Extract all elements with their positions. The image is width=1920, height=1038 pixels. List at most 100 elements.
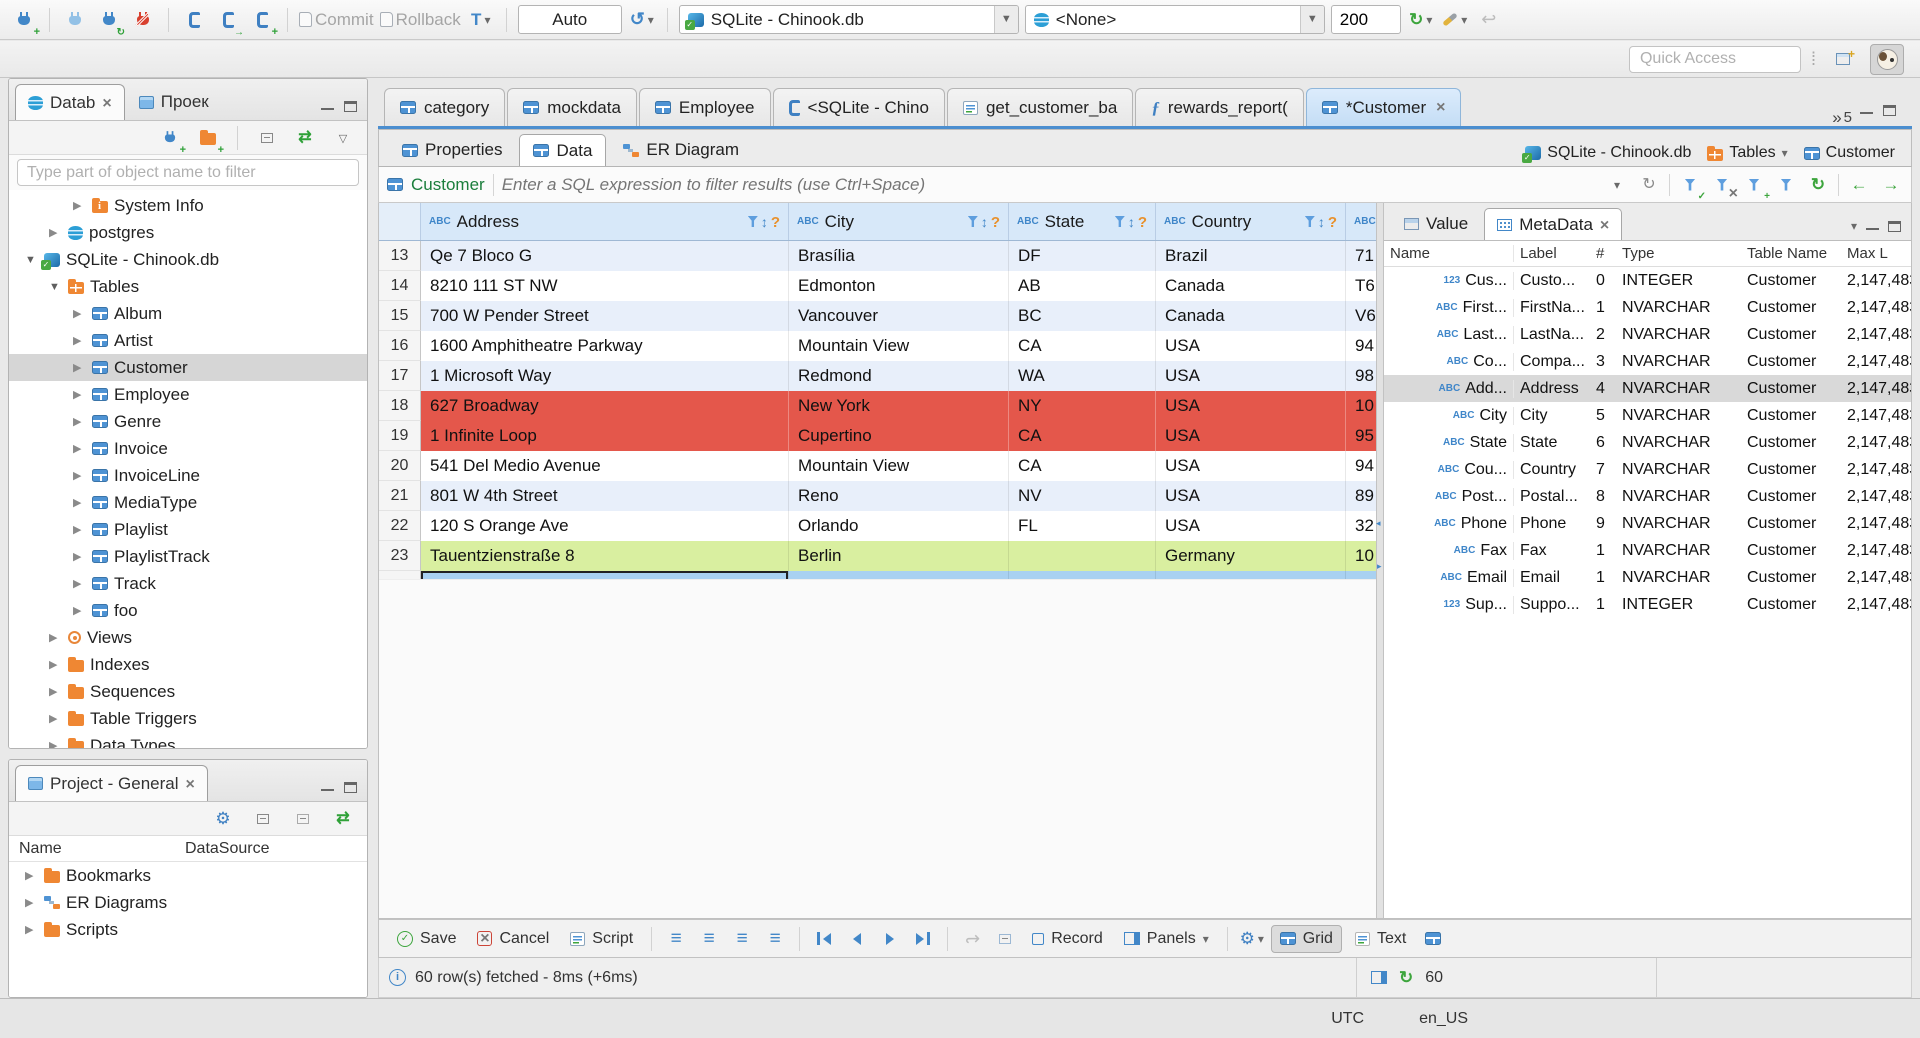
meta-type-cell[interactable]: NVARCHAR [1616,434,1741,452]
breadcrumb-container[interactable]: Tables [1707,144,1787,162]
city-cell[interactable]: Orlando [789,511,1009,541]
postalcode-cell[interactable]: 94 [1346,331,1376,361]
next-button[interactable] [1879,172,1903,198]
meta-label-cell[interactable]: Country [1514,461,1594,479]
city-cell[interactable]: Berlin [789,541,1009,571]
connection-select[interactable]: SQLite - Chinook.db [678,5,1019,34]
meta-number-cell[interactable]: 5 [1594,407,1616,425]
metadata-row[interactable]: 123 Sup... Suppo... 1 INTEGER Customer 2,… [1384,591,1911,618]
previous-button[interactable] [1847,172,1871,198]
tree-item[interactable]: Employee [9,381,367,408]
city-cell[interactable]: New York [789,391,1009,421]
meta-name-cell[interactable]: ABC City [1384,406,1514,425]
tab-value[interactable]: Value [1392,208,1480,240]
state-cell[interactable]: FL [1009,511,1156,541]
meta-name-cell[interactable]: ABC Email [1384,568,1514,587]
metadata-row[interactable]: ABC Post... Postal... 8 NVARCHAR Customer… [1384,483,1911,510]
state-cell[interactable]: BC [1009,301,1156,331]
tree-item[interactable]: Data Types [9,732,367,748]
tree-item[interactable]: MediaType [9,489,367,516]
postalcode-cell[interactable]: 89 [1346,481,1376,511]
next-row-button[interactable] [876,923,904,955]
country-cell[interactable]: USA [1156,571,1346,579]
new-sql-editor-button[interactable] [248,4,276,36]
new-connection-button[interactable] [10,4,38,36]
minimize-icon[interactable] [321,108,334,111]
close-icon[interactable] [186,775,195,793]
fetch-size-input[interactable] [1330,5,1401,34]
project-settings-button[interactable] [209,803,237,835]
close-icon[interactable] [102,94,111,112]
meta-number-cell[interactable]: 4 [1594,380,1616,398]
tab-overflow-button[interactable]: 5 [1824,109,1860,126]
country-cell[interactable]: USA [1156,331,1346,361]
tree-item[interactable]: postgres [9,219,367,246]
expand-arrow-icon[interactable] [73,550,86,563]
filter-funnel-icon[interactable] [1114,216,1125,227]
open-sql-script-button[interactable] [214,4,242,36]
script-button[interactable]: Script [562,926,641,952]
meta-number-cell[interactable]: 8 [1594,488,1616,506]
state-cell[interactable]: WA [1009,361,1156,391]
zoom-in-button[interactable] [728,923,756,955]
editor-tab[interactable]: mockdata [507,88,637,126]
expand-arrow-icon[interactable] [25,923,38,936]
format-button[interactable] [1441,4,1469,36]
country-cell[interactable]: Germany [1156,541,1346,571]
meta-label-cell[interactable]: Email [1514,569,1594,587]
expand-arrow-icon[interactable] [49,631,62,644]
state-cell[interactable]: NV [1009,481,1156,511]
meta-max-cell[interactable]: 2,147,483 [1841,461,1911,479]
country-cell[interactable]: USA [1156,391,1346,421]
meta-type-cell[interactable]: NVARCHAR [1616,299,1741,317]
metadata-row[interactable]: ABC Phone Phone 9 NVARCHAR Customer 2,147… [1384,510,1911,537]
meta-type-cell[interactable]: NVARCHAR [1616,461,1741,479]
expand-arrow-icon[interactable] [49,685,62,698]
tree-item[interactable]: Tables [9,273,367,300]
expand-arrow-icon[interactable] [73,469,86,482]
minimize-icon[interactable] [321,789,334,792]
expand-arrow-icon[interactable] [73,334,86,347]
object-filter-input[interactable] [17,159,359,186]
tab-projects[interactable]: Проек [127,84,221,120]
new-folder-button[interactable] [194,122,222,154]
meta-table-cell[interactable]: Customer [1741,380,1841,398]
meta-table-cell[interactable]: Customer [1741,488,1841,506]
record-button[interactable]: Record [1024,926,1111,952]
postalcode-cell[interactable]: V6 [1346,301,1376,331]
meta-table-cell[interactable]: Customer [1741,596,1841,614]
address-cell[interactable]: 801 W 4th Street [421,481,789,511]
tree-item[interactable]: InvoiceLine [9,462,367,489]
editor-tab[interactable]: Employee [638,88,771,126]
meta-type-cell[interactable]: INTEGER [1616,272,1741,290]
meta-col-type[interactable]: Type [1616,245,1741,262]
meta-max-cell[interactable]: 2,147,483 [1841,596,1911,614]
connect-button[interactable] [61,4,89,36]
editor-tab[interactable]: rewards_report( [1135,88,1304,126]
metadata-row[interactable]: ABC City City 5 NVARCHAR Customer 2,147,4… [1384,402,1911,429]
disconnect-button[interactable] [129,4,157,36]
column-name-header[interactable]: Name [9,840,185,858]
postalcode-cell[interactable]: 71 [1346,241,1376,271]
meta-number-cell[interactable]: 1 [1594,299,1616,317]
meta-type-cell[interactable]: NVARCHAR [1616,542,1741,560]
meta-number-cell[interactable]: 2 [1594,326,1616,344]
close-icon[interactable] [1600,216,1609,234]
meta-table-cell[interactable]: Customer [1741,569,1841,587]
expand-arrow-icon[interactable] [49,226,62,239]
state-cell[interactable]: MA [1009,571,1156,579]
tab-metadata[interactable]: MetaData [1484,208,1623,240]
address-cell[interactable]: 1 Infinite Loop [421,421,789,451]
dbeaver-perspective-button[interactable] [1870,43,1904,75]
expand-arrow-icon[interactable] [73,577,86,590]
last-row-button[interactable] [909,923,937,955]
fetch-next-page-button[interactable] [958,923,986,955]
column-header[interactable]: ABC City [789,203,1009,240]
meta-table-cell[interactable]: Customer [1741,434,1841,452]
sql-filter-input[interactable] [501,174,1597,195]
sort-icon[interactable] [1318,213,1325,230]
address-cell[interactable]: 541 Del Medio Avenue [421,451,789,481]
state-cell[interactable]: CA [1009,451,1156,481]
grid-corner-cell[interactable] [379,203,421,240]
column-header[interactable]: ABC Country [1156,203,1346,240]
